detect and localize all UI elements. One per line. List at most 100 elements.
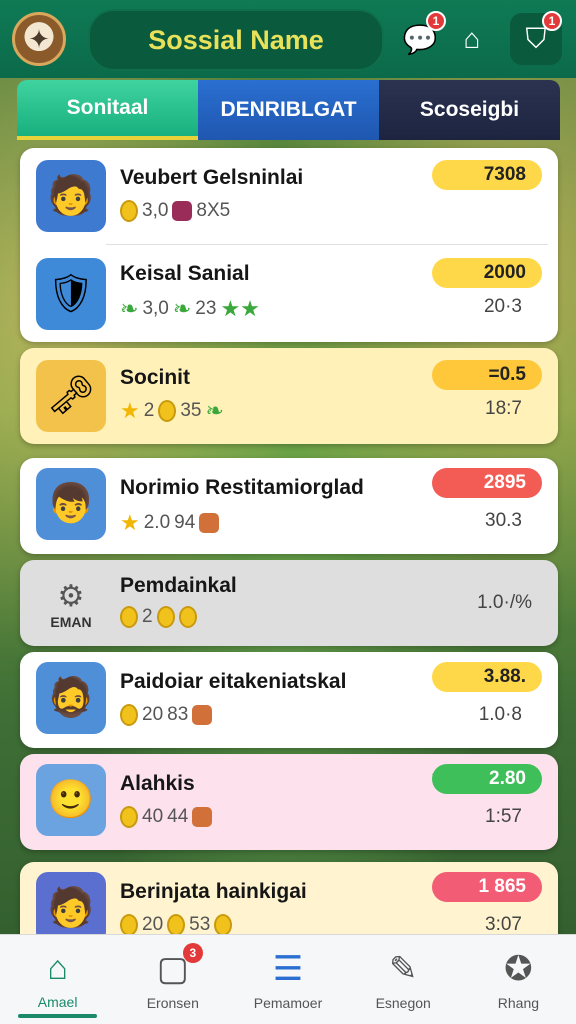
tab-denribglat[interactable]: DENRIBLGAT — [198, 80, 379, 140]
leaf-icon: ❧ — [205, 398, 224, 423]
sub-value: 1:57 — [485, 806, 522, 827]
player-name: Socinit — [120, 366, 191, 389]
coin-icon — [214, 914, 233, 936]
score-pill: 2895 — [432, 468, 542, 498]
settings-thumbnail: ⚙ EMAN — [36, 568, 106, 640]
nav-stats[interactable]: ✎ Esnegon — [346, 935, 461, 1024]
home-icon: ⌂ — [47, 949, 68, 987]
star-icon: ★ — [120, 398, 140, 423]
chat-badge: 1 — [426, 11, 446, 31]
coin-count: 20 — [142, 704, 164, 725]
coin-icon — [120, 806, 138, 828]
nav-label: Eronsen — [146, 994, 199, 1011]
list-item[interactable]: 🧑 Veubert Gelsninlai 3,0 8X5 ★ 7308 — [20, 148, 558, 244]
player-name: Norimio Restitamiorglad — [120, 476, 364, 499]
grid-list-icon: ☰ — [272, 949, 304, 988]
coin-icon — [156, 606, 175, 628]
gem-count: 8X5 — [196, 200, 231, 221]
sub-value: 1.0·8 — [478, 704, 522, 725]
player-list: 🧑 Veubert Gelsninlai 3,0 8X5 ★ 7308 🛡 Ke… — [20, 148, 558, 958]
player-name: Keisal Sanial — [120, 262, 250, 285]
shop-icon: ⌂ — [463, 23, 481, 54]
ore-icon — [199, 513, 220, 533]
leaderboard-badge: 1 — [542, 11, 562, 31]
player-avatar: 🙂 — [36, 764, 106, 836]
nav-label: Esnegon — [375, 994, 431, 1011]
score-pill: 1 865 — [432, 872, 542, 902]
coin-count: 40 — [142, 806, 164, 827]
star-icon: ★ — [120, 510, 140, 535]
tab-scoseigbi[interactable]: Scoseigbi — [379, 80, 560, 140]
coin-icon — [178, 606, 197, 628]
coin-icon — [120, 704, 138, 726]
list-item[interactable]: ⚙ EMAN Pemdainkal 2 1.0·/% — [20, 560, 558, 646]
ore-count: 83 — [167, 704, 189, 725]
player-stats: ❧ 3,0 ❧ 23 ★★ — [120, 296, 260, 322]
sub-value: 20·3 — [483, 296, 522, 317]
nav-home[interactable]: ⌂ Amael — [0, 935, 115, 1024]
coin-count: 3,0 — [142, 200, 169, 221]
nav-label: Amael — [37, 994, 78, 1010]
gem-icon — [172, 201, 193, 221]
list-item[interactable]: 👦 Norimio Restitamiorglad ★ 2.0 94 ★ 289… — [20, 458, 558, 554]
list-item[interactable]: 🗝 Socinit ★ 2 35 ❧ ★ =0.5 18:7 — [20, 348, 558, 444]
compass-avatar-icon[interactable]: ✦ — [12, 12, 66, 66]
profile-name: Sossial Name — [148, 24, 324, 55]
list-item[interactable]: 🧔 Paidoiar eitakeniatskal 20 83 ★ 3.88. … — [20, 652, 558, 748]
tab-bar: Sonitaal DENRIBLGAT Scoseigbi — [17, 80, 560, 140]
profile-name-button[interactable]: Sossial Name — [88, 9, 384, 71]
list-item[interactable]: 🛡 Keisal Sanial ❧ 3,0 ❧ 23 ★★ ❖ 2000 20·… — [20, 246, 558, 342]
chart-icon: ✎ — [388, 949, 418, 988]
coin-icon — [167, 914, 186, 936]
sub-value: 1.0·/% — [477, 592, 532, 613]
star-count: 2 — [143, 400, 155, 421]
leaf-count: 3,0 — [142, 298, 169, 319]
score-pill: =0.5 — [432, 360, 542, 390]
player-stats: 20 53 — [120, 914, 233, 936]
nav-label: Pemamoer — [253, 994, 323, 1011]
sub-value: 3:07 — [485, 914, 522, 935]
score-pill: 3.88. — [432, 662, 542, 692]
divider — [106, 244, 548, 245]
medal-icon: ✪ — [504, 949, 533, 988]
player-name: Pemdainkal — [120, 574, 237, 597]
nav-ranking[interactable]: ✪ Rhang — [461, 935, 576, 1024]
player-stats: 20 83 — [120, 704, 213, 726]
list-card-top: 🧑 Veubert Gelsninlai 3,0 8X5 ★ 7308 🛡 Ke… — [20, 148, 558, 342]
sub-value: 18:7 — [485, 398, 522, 419]
coin-icon — [120, 606, 138, 628]
player-avatar: 👦 — [36, 468, 106, 540]
inbox-icon: ▢ 3 — [157, 942, 203, 989]
green-star-icon: ★★ — [220, 296, 260, 321]
coin-icon — [158, 400, 177, 422]
leaderboard-button[interactable]: ⛉ 1 — [510, 11, 562, 65]
nav-inbox[interactable]: ▢ 3 Eronsen — [115, 935, 230, 1024]
tab-sonitaal[interactable]: Sonitaal — [17, 80, 198, 140]
star-count: 23 — [195, 298, 217, 319]
top-bar: ✦ Sossial Name 💬 1 ⌂ ⛉ 1 — [0, 0, 576, 78]
player-avatar: 🧑 — [36, 160, 106, 232]
coin-icon — [120, 200, 138, 222]
player-stats: ★ 2 35 ❧ — [120, 398, 224, 424]
nav-label: Rhang — [497, 994, 540, 1011]
shop-button[interactable]: ⌂ — [446, 13, 498, 65]
item-thumbnail: 🗝 — [36, 360, 106, 432]
ore-count: 44 — [167, 806, 189, 827]
coin-count: 35 — [180, 400, 202, 421]
leaf-icon: ❧ — [172, 296, 192, 321]
nav-list[interactable]: ☰ Pemamoer — [230, 935, 345, 1024]
gear-icon: ⚙ — [57, 579, 85, 613]
score-pill: 2.80 — [432, 764, 542, 794]
chat-button[interactable]: 💬 1 — [394, 11, 446, 65]
coin-count-2: 53 — [189, 914, 211, 935]
score-pill: 2000 — [432, 258, 542, 288]
player-avatar: 🧔 — [36, 662, 106, 734]
player-name: Veubert Gelsninlai — [120, 166, 304, 189]
nav-badge: 3 — [182, 942, 203, 963]
coin-count: 20 — [142, 914, 164, 935]
player-name: Berinjata hainkigai — [120, 880, 307, 903]
star-count: 2.0 — [143, 512, 171, 533]
sub-value: 30.3 — [485, 510, 522, 531]
list-item[interactable]: 🙂 Alahkis 40 44 ★ 2.80 1:57 — [20, 754, 558, 850]
player-name: Paidoiar eitakeniatskal — [120, 670, 347, 693]
